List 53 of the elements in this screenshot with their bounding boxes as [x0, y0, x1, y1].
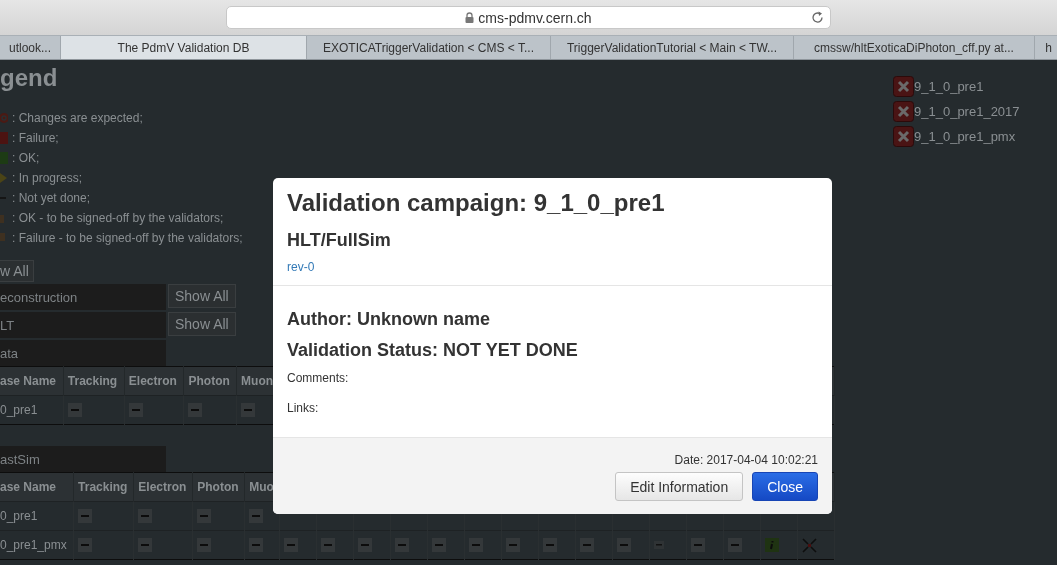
url-text: cms-pdmv.cern.ch: [478, 9, 592, 26]
release-label: 9_1_0_pre1_2017: [914, 104, 1020, 119]
section-bar[interactable]: astSim: [0, 446, 166, 472]
show-all-button[interactable]: Show All: [168, 312, 236, 336]
section-bar[interactable]: ata: [0, 340, 166, 366]
show-all-button[interactable]: Show All: [168, 284, 236, 308]
links-label: Links:: [287, 401, 320, 415]
column-header: ase Name: [0, 472, 74, 502]
legend-heading: gend: [0, 63, 59, 93]
status-icon: [0, 151, 8, 165]
remove-icon[interactable]: [893, 76, 914, 97]
release-name-cell: 0_pre1: [0, 395, 64, 425]
release-name-cell: 0_pre1: [0, 501, 74, 531]
release-label: 9_1_0_pre1: [914, 79, 984, 94]
status-icon: [0, 171, 8, 185]
edit-button[interactable]: Edit Information: [615, 472, 744, 501]
dialog-subtitle: HLT/FullSim: [287, 229, 392, 251]
column-header: Tracking: [63, 366, 125, 396]
info-icon: [765, 538, 779, 552]
show-all-button[interactable]: w All: [0, 260, 34, 282]
column-header: Electron: [133, 472, 193, 502]
column-header: Electron: [124, 366, 184, 396]
reload-icon[interactable]: [811, 11, 824, 24]
comments-label: Comments:: [287, 371, 350, 385]
category-bar[interactable]: LT: [0, 312, 166, 338]
column-header: Photon: [192, 472, 245, 502]
dash-icon: [654, 541, 664, 549]
legend-label: : OK - to be signed-off by the validators;: [12, 211, 224, 225]
close-button[interactable]: Close: [752, 472, 818, 501]
release-label: 9_1_0_pre1_pmx: [914, 129, 1016, 144]
column-header: ase Name: [0, 366, 64, 396]
remove-icon[interactable]: [893, 101, 914, 122]
collapse-arrows-icon: [802, 537, 817, 553]
category-bar[interactable]: econstruction: [0, 284, 166, 310]
status-icon: [0, 131, 8, 145]
date-text: Date: 2017-04-04 10:02:21: [674, 453, 818, 467]
lock-icon: [465, 12, 475, 23]
legend-label: : Changes are expected;: [12, 111, 143, 125]
remove-icon[interactable]: [893, 126, 914, 147]
browser-tab[interactable]: The PdmV Validation DB: [61, 36, 307, 59]
release-name-cell: 0_pre1_pmx: [0, 530, 74, 560]
status-text: Validation Status: NOT YET DONE: [287, 339, 579, 361]
author-text: Author: Unknown name: [287, 308, 491, 330]
legend-label: : Not yet done;: [12, 191, 91, 205]
column-header: Photon: [183, 366, 237, 396]
address-bar[interactable]: cms-pdmv.cern.ch: [226, 6, 831, 29]
column-header: Tracking: [73, 472, 134, 502]
legend-label: : Failure;: [12, 131, 59, 145]
legend-label: : OK;: [12, 151, 40, 165]
revision-link[interactable]: rev-0: [287, 260, 315, 274]
legend-label: : Failure - to be signed-off by the validators;: [12, 231, 243, 245]
legend-label: : In progress;: [12, 171, 83, 185]
dialog-title: Validation campaign: 9_1_0_pre1: [287, 188, 666, 218]
